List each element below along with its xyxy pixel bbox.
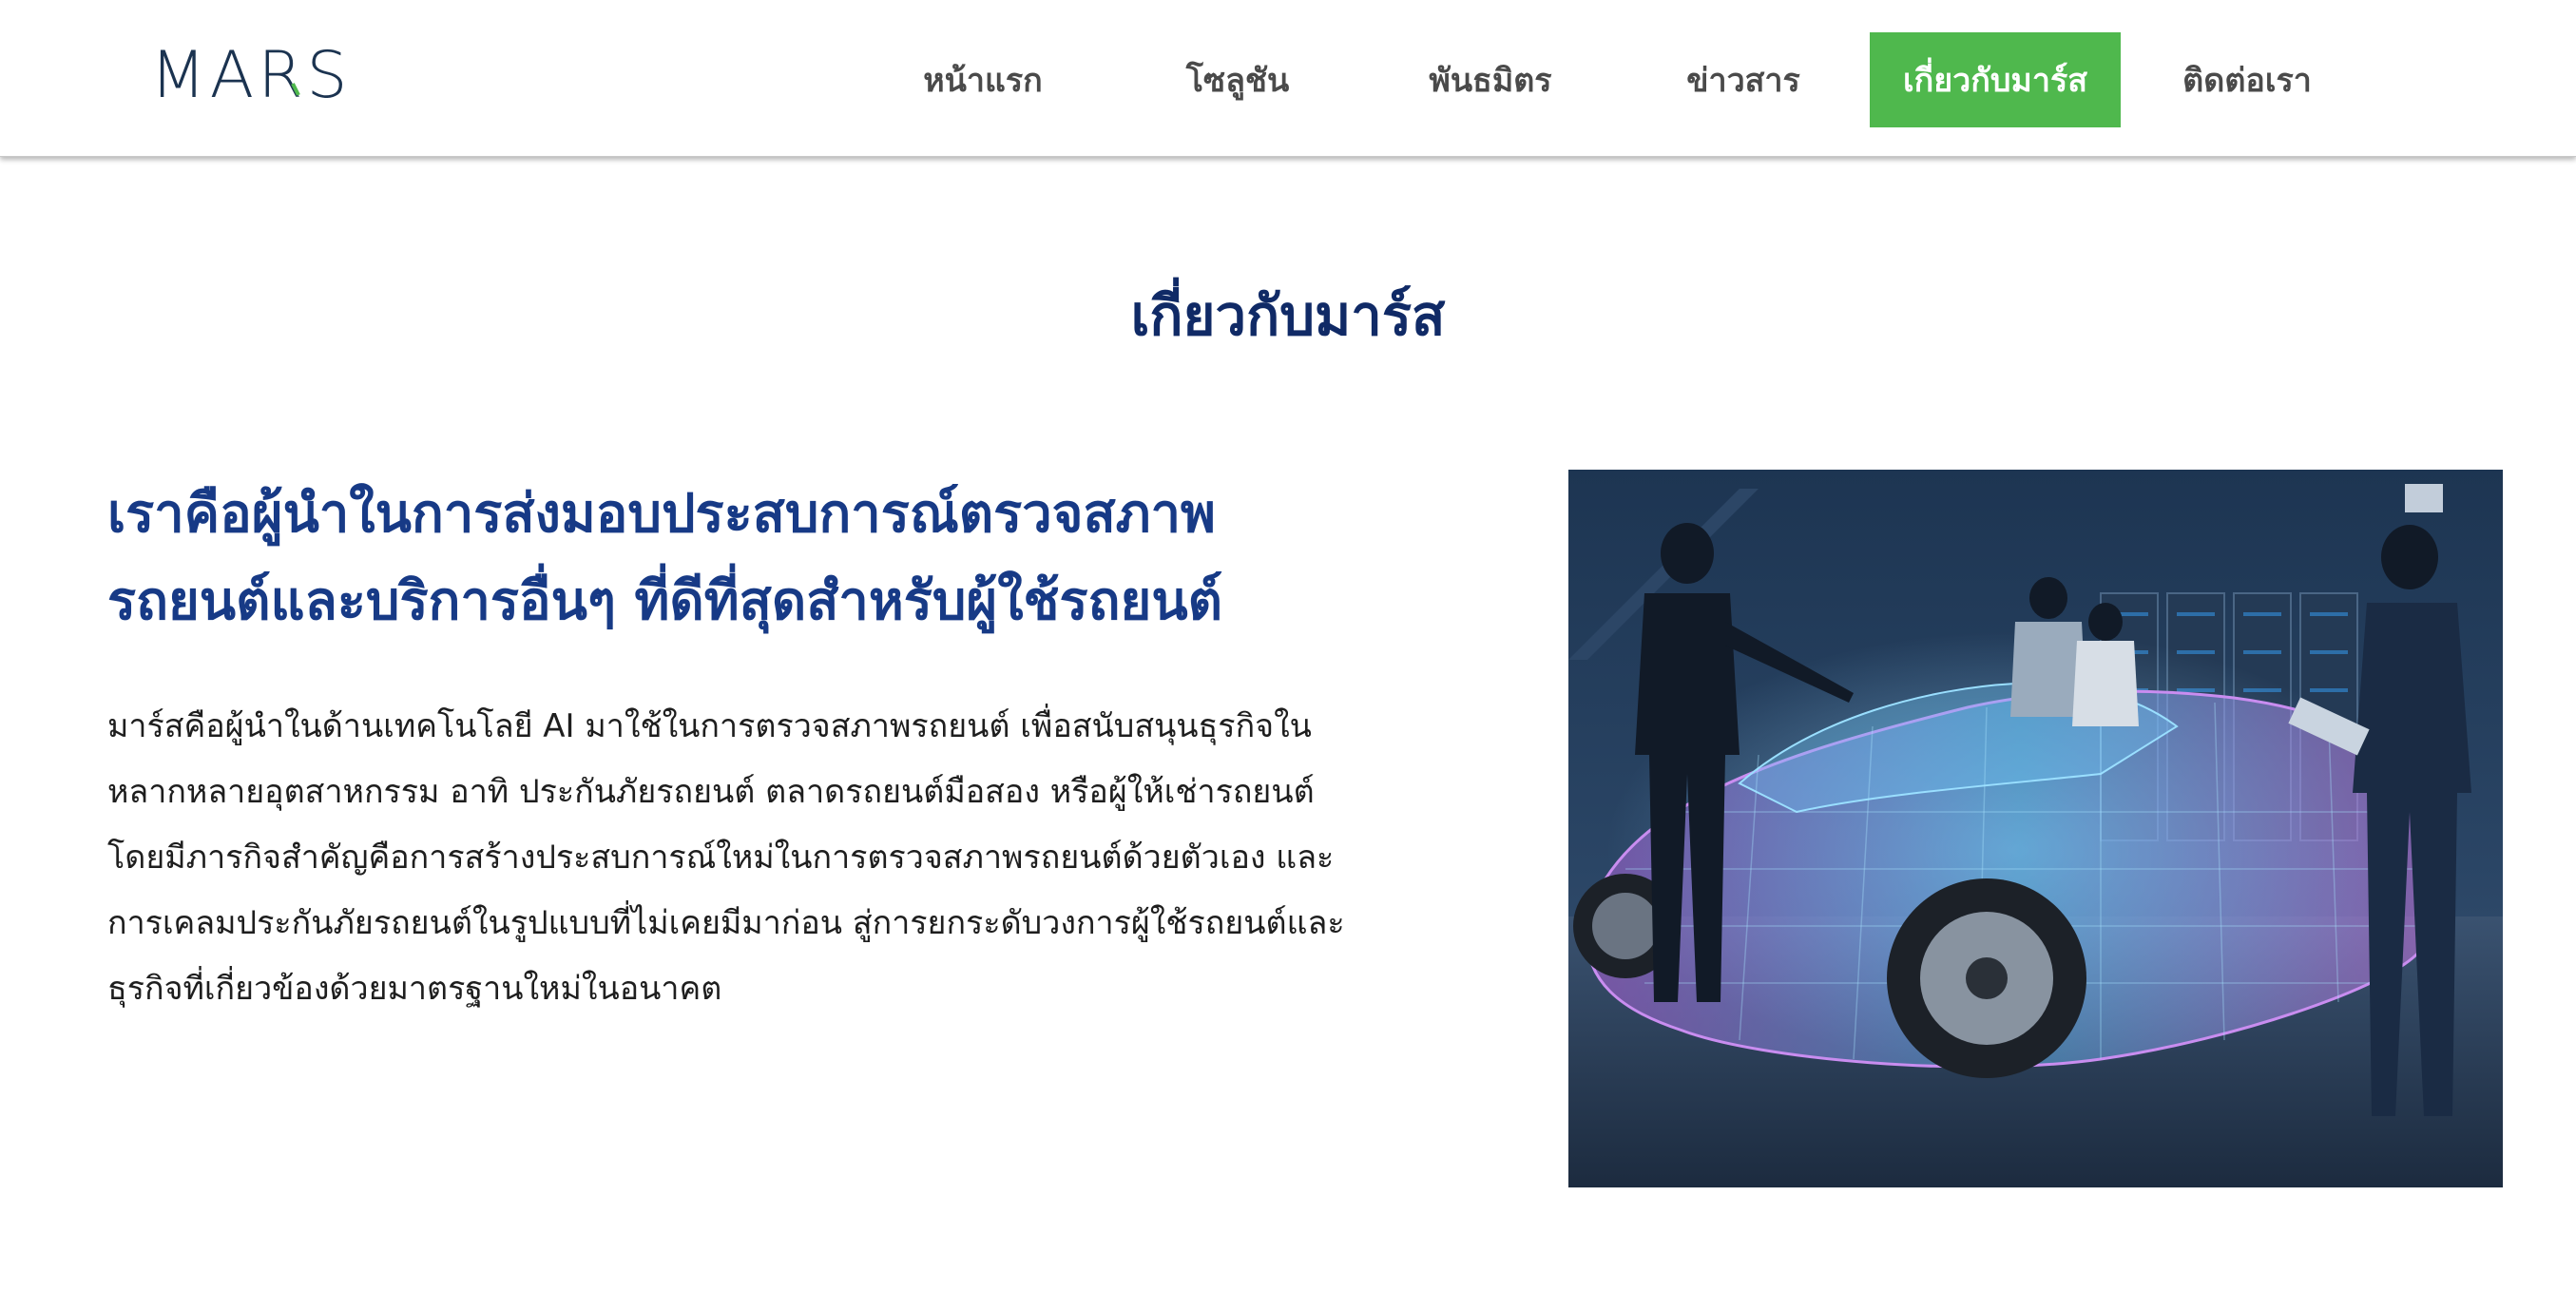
headline-line: เราคือผู้นำในการส่งมอบประสบการณ์ตรวจสภาพ xyxy=(107,483,1216,545)
nav-news[interactable]: ข่าวสาร xyxy=(1660,32,1827,127)
paragraph-line: โดยมีภารกิจสำคัญคือการสร้างประสบการณ์ใหม… xyxy=(107,839,1335,877)
nav-solutions[interactable]: โซลูชัน xyxy=(1152,32,1323,127)
car-wheel xyxy=(1887,878,2086,1078)
paragraph-line: มาร์สคือผู้นำในด้านเทคโนโลยี AI มาใช้ในก… xyxy=(107,707,1312,745)
paragraph-line: หลากหลายอุตสาหกรรม อาทิ ประกันภัยรถยนต์ … xyxy=(107,773,1315,811)
about-headline: เราคือผู้นำในการส่งมอบประสบการณ์ตรวจสภาพ… xyxy=(107,471,1372,646)
hero-image-holographic-car xyxy=(1568,470,2503,1187)
nav-partners[interactable]: พันธมิตร xyxy=(1405,32,1576,127)
headline-line: รถยนต์และบริการอื่นๆ ที่ดีที่สุดสำหรับผู… xyxy=(107,570,1222,632)
paragraph-line: ธุรกิจที่เกี่ยวข้องด้วยมาตรฐานใหม่ในอนาค… xyxy=(107,970,722,1008)
page-title: เกี่ยวกับมาร์ส xyxy=(1130,283,1446,348)
mars-logo[interactable]: MARS xyxy=(150,42,350,108)
paragraph-line: การเคลมประกันภัยรถยนต์ในรูปแบบที่ไม่เคยม… xyxy=(107,904,1345,942)
nav-contact[interactable]: ติดต่อเรา xyxy=(2165,32,2329,127)
nav-about[interactable]: เกี่ยวกับมาร์ส xyxy=(1870,32,2121,127)
site-header: MARS หน้าแรก โซลูชัน พันธมิตร ข่าวสาร เก… xyxy=(0,0,2576,157)
nav-home[interactable]: หน้าแรก xyxy=(901,32,1065,127)
about-paragraph: มาร์สคือผู้นำในด้านเทคโนโลยี AI มาใช้ในก… xyxy=(107,694,1381,1022)
logo-text: MARS xyxy=(150,42,350,108)
